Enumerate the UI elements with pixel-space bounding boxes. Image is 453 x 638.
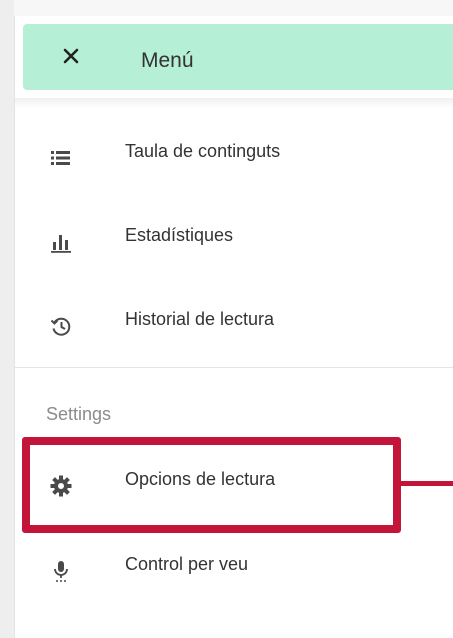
menu-header: Menú — [23, 24, 453, 90]
window-top-edge — [14, 0, 453, 16]
menu-title: Menú — [141, 49, 194, 72]
section-divider — [15, 367, 453, 368]
menu-item-label: Control per veu — [125, 554, 249, 574]
history-icon — [49, 314, 73, 338]
microphone-icon — [49, 559, 73, 583]
menu-item-table-of-contents[interactable]: Taula de continguts — [15, 116, 453, 200]
menu-item-reading-history[interactable]: Historial de lectura — [15, 284, 453, 368]
annotation-arrow — [401, 481, 453, 486]
close-icon[interactable] — [59, 44, 83, 68]
menu-panel: Menú Taula de continguts Estadístiques H… — [15, 16, 453, 638]
menu-item-label: Historial de lectura — [125, 309, 275, 329]
annotation-highlight-box — [22, 437, 401, 533]
header-divider — [15, 98, 453, 108]
window-left-edge — [0, 0, 15, 638]
menu-item-voice-control[interactable]: Control per veu — [15, 529, 453, 613]
menu-item-statistics[interactable]: Estadístiques — [15, 200, 453, 284]
settings-section-title: Settings — [46, 404, 112, 424]
menu-item-label: Taula de continguts — [125, 141, 281, 161]
bar-chart-icon — [49, 230, 73, 254]
menu-item-label: Estadístiques — [125, 225, 234, 245]
list-icon — [49, 146, 73, 170]
